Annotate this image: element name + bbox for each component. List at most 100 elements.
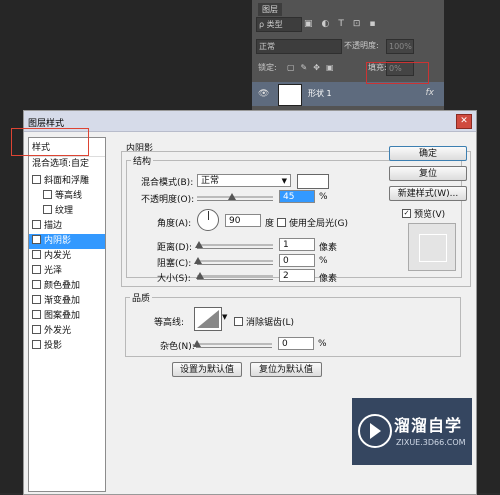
style-item[interactable]: 光泽: [29, 264, 105, 279]
fx-icon[interactable]: fx: [426, 88, 435, 98]
style-item-checkbox[interactable]: [32, 265, 41, 274]
global-light-check[interactable]: [277, 218, 286, 227]
style-item-label: 纹理: [55, 206, 74, 216]
noise-slider-handle[interactable]: [193, 340, 201, 347]
contour-label: 等高线:: [154, 318, 185, 328]
shadow-color-swatch[interactable]: [297, 174, 329, 189]
opacity-label: 不透明度(O):: [141, 195, 195, 205]
preview-check[interactable]: ✓: [402, 209, 411, 218]
opacity-percent: %: [319, 192, 328, 202]
ok-button[interactable]: 确定: [389, 146, 467, 161]
chevron-down-icon: ▼: [281, 177, 287, 185]
adjustment-filter-icon[interactable]: ◐: [322, 19, 330, 29]
antialias-checkbox[interactable]: 消除锯齿(L): [234, 315, 294, 328]
size-field[interactable]: 2: [279, 269, 315, 282]
contour-curve-icon: [197, 310, 219, 328]
style-item[interactable]: 颜色叠加: [29, 279, 105, 294]
angle-dial[interactable]: [197, 209, 219, 231]
contour-chevron-down-icon[interactable]: ▼: [222, 313, 227, 321]
distance-unit: 像素: [319, 243, 338, 253]
style-item-label: 内发光: [44, 251, 72, 261]
style-item-checkbox[interactable]: [32, 295, 41, 304]
size-unit: 像素: [319, 274, 338, 284]
blend-options-item[interactable]: 混合选项:自定: [29, 156, 105, 172]
opacity-slider-handle[interactable]: [228, 193, 236, 200]
distance-label: 距离(D):: [157, 243, 192, 253]
layer-filter-select[interactable]: ρ 类型: [256, 17, 302, 32]
dialog-titlebar[interactable]: 图层样式 ✕: [24, 111, 476, 132]
antialias-check[interactable]: [234, 317, 243, 326]
style-item-checkbox[interactable]: [32, 250, 41, 259]
layer-opacity-label: 不透明度:: [344, 41, 379, 50]
blend-mode-label: 混合模式(B):: [141, 178, 194, 188]
blend-mode-select[interactable]: 正常 ▼: [197, 174, 291, 187]
degree-label: 度: [265, 219, 275, 229]
style-preview: [408, 223, 456, 271]
style-item[interactable]: 等高线: [29, 189, 105, 204]
style-item-label: 颜色叠加: [44, 281, 81, 291]
inner-shadow-highlight: [11, 128, 89, 156]
style-item-checkbox[interactable]: ✓: [32, 235, 41, 244]
reset-button[interactable]: 复位: [389, 166, 467, 181]
preview-checkbox[interactable]: ✓ 预览(V): [402, 207, 445, 220]
distance-slider[interactable]: [195, 241, 273, 249]
style-item[interactable]: 渐变叠加: [29, 294, 105, 309]
style-item[interactable]: 图案叠加: [29, 309, 105, 324]
size-slider-handle[interactable]: [196, 272, 204, 279]
lock-label: 锁定:: [258, 63, 277, 72]
style-item-checkbox[interactable]: [43, 205, 52, 214]
layers-tab[interactable]: 图层: [258, 3, 282, 16]
lock-icons[interactable]: ▢✎✥▣: [287, 60, 340, 75]
contour-picker[interactable]: [194, 307, 222, 331]
global-light-checkbox[interactable]: 使用全局光(G): [277, 216, 348, 229]
layer-thumbnail: [278, 84, 302, 106]
size-slider[interactable]: [196, 272, 273, 280]
noise-field[interactable]: 0: [278, 337, 314, 350]
distance-slider-handle[interactable]: [195, 241, 203, 248]
choke-slider[interactable]: [194, 257, 273, 265]
layer-row[interactable]: 👁 形状 1 fx: [252, 82, 444, 106]
style-item[interactable]: 斜面和浮雕: [29, 174, 105, 189]
layer-filter-icons: ▣ ◐ T ⊡ ▪: [304, 19, 376, 29]
new-style-button[interactable]: 新建样式(W)...: [389, 186, 467, 201]
style-item-checkbox[interactable]: [43, 190, 52, 199]
opacity-field[interactable]: 45: [279, 190, 315, 203]
angle-label: 角度(A):: [157, 219, 192, 229]
layer-name: 形状 1: [308, 89, 332, 98]
type-filter-icon[interactable]: T: [338, 19, 344, 29]
style-item-label: 描边: [44, 221, 63, 231]
opacity-slider[interactable]: [197, 193, 273, 201]
style-item[interactable]: 描边: [29, 219, 105, 234]
angle-field[interactable]: 90: [225, 214, 261, 227]
layer-blend-mode-select[interactable]: 正常: [256, 39, 342, 54]
style-item-checkbox[interactable]: [32, 325, 41, 334]
style-item[interactable]: 投影: [29, 339, 105, 354]
style-item[interactable]: 外发光: [29, 324, 105, 339]
blend-mode-value: 正常: [201, 176, 220, 186]
choke-field[interactable]: 0: [279, 254, 315, 267]
style-item-checkbox[interactable]: [32, 175, 41, 184]
set-default-button[interactable]: 设置为默认值: [172, 362, 242, 377]
style-item-checkbox[interactable]: [32, 310, 41, 319]
size-label: 大小(S):: [157, 274, 191, 284]
watermark-title: 溜溜自学: [394, 416, 463, 435]
noise-slider[interactable]: [193, 340, 272, 348]
reset-default-button[interactable]: 复位为默认值: [250, 362, 322, 377]
shape-filter-icon[interactable]: ⊡: [353, 19, 361, 29]
layer-opacity-field[interactable]: 100%: [386, 39, 414, 54]
style-item[interactable]: ✓ 内阴影: [29, 234, 105, 249]
choke-percent: %: [319, 256, 328, 266]
close-button[interactable]: ✕: [456, 114, 472, 129]
smart-object-filter-icon[interactable]: ▪: [369, 19, 375, 29]
style-item-label: 渐变叠加: [44, 296, 81, 306]
choke-slider-handle[interactable]: [194, 257, 202, 264]
watermark: 溜溜自学 ZIXUE.3D66.COM: [352, 398, 472, 465]
eye-icon[interactable]: 👁: [258, 89, 269, 99]
style-item-checkbox[interactable]: [32, 340, 41, 349]
style-item-checkbox[interactable]: [32, 280, 41, 289]
style-item-checkbox[interactable]: [32, 220, 41, 229]
style-item[interactable]: 内发光: [29, 249, 105, 264]
pixel-filter-icon[interactable]: ▣: [304, 19, 313, 29]
distance-field[interactable]: 1: [279, 238, 315, 251]
style-item[interactable]: 纹理: [29, 204, 105, 219]
